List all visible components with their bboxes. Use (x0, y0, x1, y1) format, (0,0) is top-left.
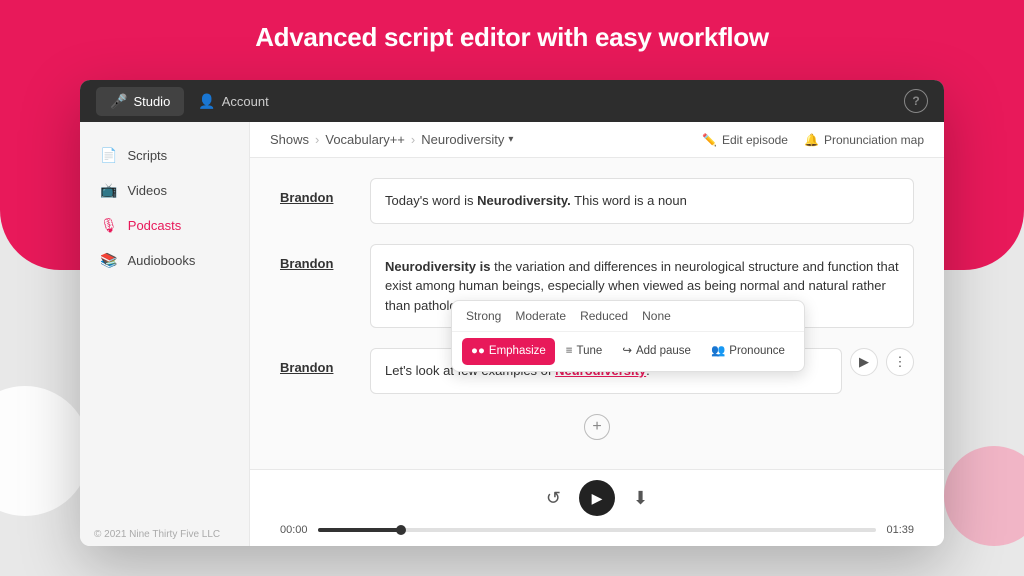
hero-heading: Advanced script editor with easy workflo… (0, 22, 1024, 53)
more-options-button[interactable]: ⋮ (886, 348, 914, 376)
emphasis-moderate[interactable]: Moderate (515, 307, 566, 325)
text-formatting-popup: Strong Moderate Reduced None ●● Emphasiz… (451, 300, 805, 372)
breadcrumb-actions: ✏️ Edit episode 🔔 Pronunciation map (702, 133, 924, 147)
download-icon[interactable]: ⬇ (633, 488, 648, 509)
tune-button[interactable]: ≡ Tune (557, 338, 612, 365)
app-window: 🎤 Studio 👤 Account ? 📄 Scripts 📺 Videos … (80, 80, 944, 546)
pronounce-icon: 👥 (711, 343, 725, 360)
sidebar-label-podcasts: Podcasts (128, 218, 181, 233)
pronounce-label: Pronounce (729, 343, 785, 360)
table-row: Brandon Today's word is Neurodiversity. … (280, 178, 914, 224)
decoration-blob-left (0, 386, 90, 516)
tooltip-action-buttons: ●● Emphasize ≡ Tune ↪ Add pause (452, 332, 804, 371)
emphasis-options: Strong Moderate Reduced None (452, 301, 804, 332)
top-nav: 🎤 Studio 👤 Account ? (80, 80, 944, 122)
add-pause-button[interactable]: ↪ Add pause (613, 338, 700, 365)
speaker-1: Brandon (280, 178, 350, 205)
breadcrumb-shows[interactable]: Shows (270, 132, 309, 147)
pronunciation-map-label: Pronunciation map (824, 133, 924, 147)
decoration-blob-right (944, 446, 1024, 546)
emphasize-icon: ●● (471, 343, 485, 360)
emphasis-strong[interactable]: Strong (466, 307, 501, 325)
player-controls: ↺ ▶ ⬇ (546, 480, 648, 516)
emphasize-label: Emphasize (489, 343, 546, 360)
chevron-down-icon: ▾ (508, 134, 513, 145)
emphasize-button[interactable]: ●● Emphasize (462, 338, 555, 365)
scripts-icon: 📄 (100, 147, 117, 164)
play-button[interactable]: ▶ (579, 480, 615, 516)
sidebar-label-videos: Videos (127, 183, 167, 198)
tab-account[interactable]: 👤 Account (184, 87, 282, 116)
sidebar-item-podcasts[interactable]: 🎙 Podcasts (80, 208, 249, 243)
edit-icon: ✏️ (702, 133, 717, 147)
time-current: 00:00 (280, 524, 308, 536)
main-layout: 📄 Scripts 📺 Videos 🎙 Podcasts 📚 Audioboo… (80, 122, 944, 546)
add-line-section: + (280, 414, 914, 440)
edit-episode-button[interactable]: ✏️ Edit episode (702, 133, 788, 147)
tune-icon: ≡ (566, 343, 573, 360)
text-before-1: Today's word is (385, 193, 477, 208)
emphasis-reduced[interactable]: Reduced (580, 307, 628, 325)
sidebar-label-scripts: Scripts (127, 148, 167, 163)
tab-studio-label: Studio (133, 94, 170, 109)
pause-icon: ↪ (622, 343, 632, 360)
play-line-button[interactable]: ▶ (850, 348, 878, 376)
audiobooks-icon: 📚 (100, 252, 117, 269)
tab-studio[interactable]: 🎤 Studio (96, 87, 184, 116)
breadcrumb-show-name[interactable]: Vocabulary++ (325, 132, 405, 147)
edit-episode-label: Edit episode (722, 133, 788, 147)
breadcrumb-sep-1: › (315, 132, 319, 147)
progress-fill (318, 528, 402, 532)
videos-icon: 📺 (100, 182, 117, 199)
sidebar-label-audiobooks: Audiobooks (127, 253, 195, 268)
add-pause-label: Add pause (636, 343, 691, 360)
table-row: Brandon Neurodiversity is the variation … (280, 244, 914, 329)
content-area: Shows › Vocabulary++ › Neurodiversity ▾ … (250, 122, 944, 546)
breadcrumb-episode-label: Neurodiversity (421, 132, 504, 147)
progress-row: 00:00 01:39 (280, 524, 914, 536)
microphone-icon: 🎤 (110, 93, 127, 110)
copyright-footer: © 2021 Nine Thirty Five LLC (80, 529, 234, 540)
sidebar: 📄 Scripts 📺 Videos 🎙 Podcasts 📚 Audioboo… (80, 122, 250, 546)
add-line-button[interactable]: + (584, 414, 610, 440)
breadcrumb-sep-2: › (411, 132, 415, 147)
audio-player: ↺ ▶ ⬇ 00:00 01:39 (250, 469, 944, 546)
speaker-3: Brandon (280, 348, 350, 375)
tune-label: Tune (577, 343, 603, 360)
progress-thumb[interactable] (396, 525, 406, 535)
script-text-1[interactable]: Today's word is Neurodiversity. This wor… (370, 178, 914, 224)
breadcrumb-bar: Shows › Vocabulary++ › Neurodiversity ▾ … (250, 122, 944, 158)
speaker-2: Brandon (280, 244, 350, 271)
sidebar-item-videos[interactable]: 📺 Videos (80, 173, 249, 208)
pronunciation-icon: 🔔 (804, 133, 819, 147)
emphasis-none[interactable]: None (642, 307, 671, 325)
help-button[interactable]: ? (904, 89, 928, 113)
user-icon: 👤 (198, 93, 215, 110)
play-icon: ▶ (592, 490, 603, 507)
pronounce-button[interactable]: 👥 Pronounce (702, 338, 794, 365)
highlight-word-1: Neurodiversity. (477, 193, 571, 208)
breadcrumb-episode[interactable]: Neurodiversity ▾ (421, 132, 513, 147)
tab-account-label: Account (222, 94, 269, 109)
progress-bar[interactable] (318, 528, 877, 532)
script-area: Brandon Today's word is Neurodiversity. … (250, 158, 944, 469)
sidebar-item-audiobooks[interactable]: 📚 Audiobooks (80, 243, 249, 278)
text-after-1: This word is a noun (571, 193, 687, 208)
podcasts-icon: 🎙 (100, 217, 118, 234)
time-total: 01:39 (886, 524, 914, 536)
pronunciation-map-button[interactable]: 🔔 Pronunciation map (804, 133, 924, 147)
text-bold-2: Neurodiversity is (385, 259, 491, 274)
script-text-2[interactable]: Neurodiversity is the variation and diff… (370, 244, 914, 329)
reload-icon[interactable]: ↺ (546, 488, 561, 509)
sidebar-item-scripts[interactable]: 📄 Scripts (80, 138, 249, 173)
